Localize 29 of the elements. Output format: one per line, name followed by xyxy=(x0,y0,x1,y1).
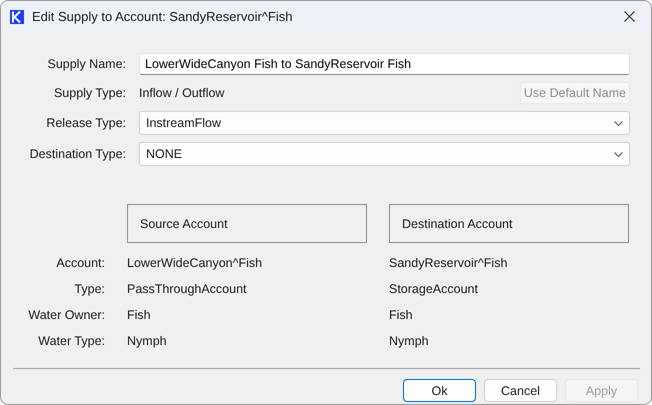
account-label: Type: xyxy=(73,281,105,298)
chevron-down-icon xyxy=(614,120,623,126)
supply-name-field[interactable]: LowerWideCanyon Fish to SandyReservoir Fish xyxy=(139,53,630,75)
account-header: Destination Account xyxy=(389,204,629,243)
source-value: Nymph xyxy=(127,333,168,350)
dialog-button[interactable]: Cancel xyxy=(484,379,557,402)
source-value: PassThroughAccount xyxy=(127,281,248,298)
close-icon xyxy=(624,11,634,22)
chevron-down-icon xyxy=(614,152,623,156)
dialog-button[interactable]: Ok xyxy=(403,379,476,402)
supply-type-value: Inflow / Outflow xyxy=(139,86,226,100)
dropdown[interactable]: InstreamFlow xyxy=(139,111,630,135)
destination-value: Fish xyxy=(389,307,414,324)
destination-value: Nymph xyxy=(389,333,430,350)
source-value: LowerWideCanyon^Fish xyxy=(127,255,264,272)
dropdown[interactable]: NONE xyxy=(139,142,630,166)
field-label: Supply Type: xyxy=(52,86,126,100)
field-label: Destination Type: xyxy=(28,147,126,161)
account-label: Account: xyxy=(55,255,105,272)
app-logo-icon xyxy=(10,10,24,24)
account-label: Water Type: xyxy=(37,333,105,350)
window-title: Edit Supply to Account: SandyReservoir^Fish xyxy=(32,9,292,24)
destination-value: StorageAccount xyxy=(389,281,479,298)
field-label: Release Type: xyxy=(45,116,126,130)
source-value: Fish xyxy=(127,307,152,324)
account-header: Source Account xyxy=(127,204,367,243)
field-label: Supply Name: xyxy=(46,57,126,71)
destination-value: SandyReservoir^Fish xyxy=(389,255,508,272)
account-label: Water Owner: xyxy=(27,307,105,324)
